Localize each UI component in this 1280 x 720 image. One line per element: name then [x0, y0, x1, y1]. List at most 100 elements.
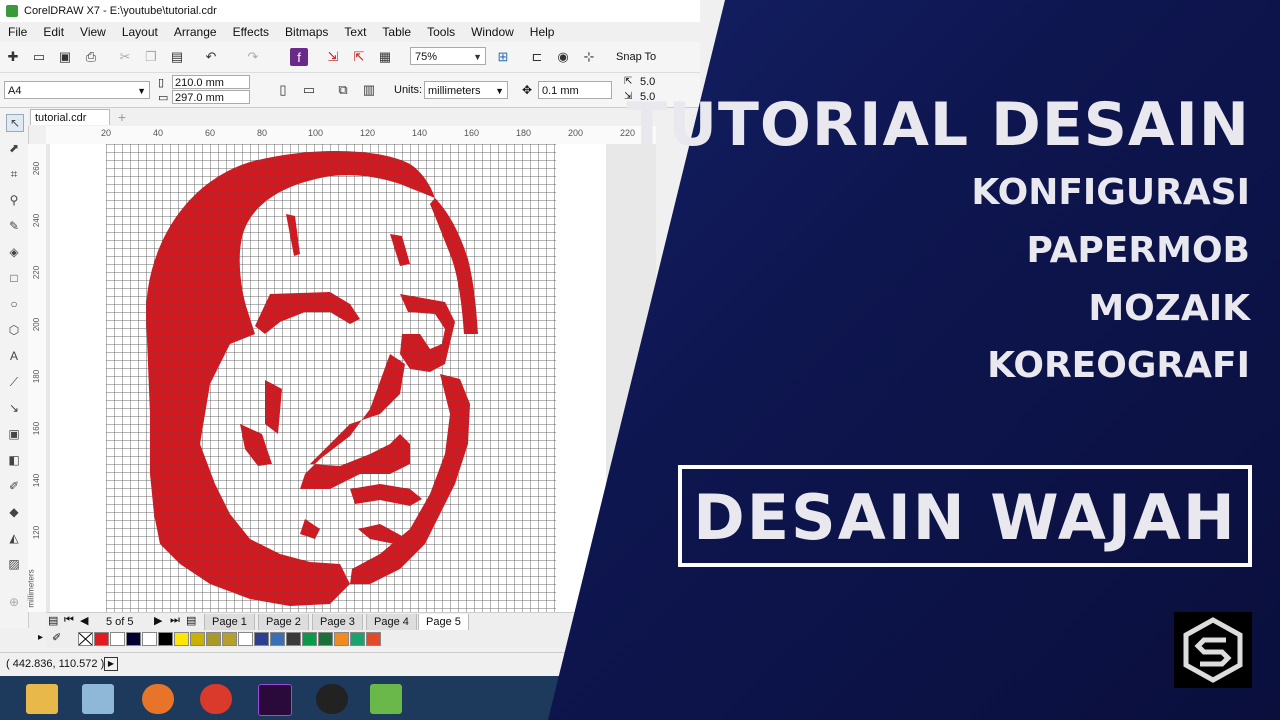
page-tab-3[interactable]: Page 3 [312, 614, 363, 631]
eyedropper-icon[interactable]: ✐ [52, 631, 61, 644]
color-eyedropper-tool-icon[interactable]: ✐ [6, 478, 22, 494]
crop-tool-icon[interactable]: ⌗ [6, 166, 22, 182]
color-swatch[interactable] [174, 632, 189, 646]
menu-tools[interactable]: Tools [427, 25, 455, 39]
color-swatch[interactable] [110, 632, 125, 646]
notepad-icon[interactable] [82, 684, 114, 714]
color-swatch[interactable] [254, 632, 269, 646]
show-grid-icon[interactable]: ⊹ [580, 48, 598, 66]
open-folder-icon[interactable]: ▭ [30, 48, 48, 66]
page-tab-4[interactable]: Page 4 [366, 614, 417, 631]
menu-layout[interactable]: Layout [122, 25, 158, 39]
menu-window[interactable]: Window [471, 25, 514, 39]
freehand-tool-icon[interactable]: ✎ [6, 218, 22, 234]
color-swatch[interactable] [302, 632, 317, 646]
parallel-dimension-tool-icon[interactable]: ⟋ [6, 374, 22, 390]
smart-fill-icon[interactable]: ◭ [6, 530, 22, 546]
color-swatch[interactable] [286, 632, 301, 646]
view-mode-icon[interactable]: ◉ [554, 48, 572, 66]
export-icon[interactable]: ⇱ [350, 48, 368, 66]
undo-icon[interactable]: ↶ [202, 48, 220, 66]
save-icon[interactable]: ▣ [56, 48, 74, 66]
shape-tool-icon[interactable]: ⬈ [6, 140, 22, 156]
document-tab[interactable]: tutorial.cdr [30, 109, 110, 125]
last-page-icon[interactable]: ⏭ [170, 614, 180, 627]
import-icon[interactable]: ⇲ [324, 48, 342, 66]
cut-icon[interactable]: ✂ [116, 48, 134, 66]
snap-to-dropdown[interactable]: Snap To [616, 51, 656, 63]
page-tab-1[interactable]: Page 1 [204, 614, 255, 631]
drawing-canvas[interactable] [46, 144, 656, 612]
color-swatch[interactable] [190, 632, 205, 646]
copy-icon[interactable]: ❐ [142, 48, 160, 66]
page-tab-2[interactable]: Page 2 [258, 614, 309, 631]
current-page-icon[interactable]: ▥ [360, 81, 378, 99]
zoom-level-select[interactable]: 75% ▼ [410, 47, 486, 65]
menu-view[interactable]: View [80, 25, 106, 39]
color-swatch[interactable] [238, 632, 253, 646]
polygon-tool-icon[interactable]: ⬡ [6, 322, 22, 338]
menu-table[interactable]: Table [382, 25, 411, 39]
smart-fill-tool-icon[interactable]: ◈ [6, 244, 22, 260]
search-content-icon[interactable]: f [290, 48, 308, 66]
menu-file[interactable]: File [8, 25, 27, 39]
pick-tool-icon[interactable]: ↖ [6, 114, 24, 132]
coreldraw-taskbar-icon[interactable] [370, 684, 402, 714]
drop-shadow-tool-icon[interactable]: ▣ [6, 426, 22, 442]
duplicate-y-field[interactable]: 5.0 [640, 91, 655, 103]
mosaic-face-artwork[interactable] [50, 144, 606, 612]
color-swatch[interactable] [206, 632, 221, 646]
nudge-distance-field[interactable]: 0.1 mm [538, 81, 612, 99]
color-swatch[interactable] [94, 632, 109, 646]
chrome-icon[interactable] [200, 684, 232, 714]
show-rulers-icon[interactable]: ⊏ [528, 48, 546, 66]
page-options-icon[interactable]: ▤ [48, 614, 58, 627]
units-select[interactable]: millimeters ▼ [424, 81, 508, 99]
color-swatch[interactable] [126, 632, 141, 646]
play-icon[interactable]: ▶ [104, 657, 118, 671]
paste-icon[interactable]: ▤ [168, 48, 186, 66]
page-width-field[interactable]: 210.0 mm [172, 75, 250, 89]
page-size-select[interactable]: A4 ▼ [4, 81, 150, 99]
color-swatch[interactable] [270, 632, 285, 646]
connector-tool-icon[interactable]: ↘ [6, 400, 22, 416]
ellipse-tool-icon[interactable]: ○ [6, 296, 22, 312]
menu-arrange[interactable]: Arrange [174, 25, 217, 39]
firefox-icon[interactable] [142, 684, 174, 714]
rectangle-tool-icon[interactable]: □ [6, 270, 22, 286]
menu-bitmaps[interactable]: Bitmaps [285, 25, 328, 39]
menu-edit[interactable]: Edit [43, 25, 64, 39]
color-swatch[interactable] [350, 632, 365, 646]
all-pages-icon[interactable]: ⧉ [334, 81, 352, 99]
palette-scroll-icon[interactable]: ▸ [38, 632, 43, 643]
menu-text[interactable]: Text [344, 25, 366, 39]
full-screen-icon[interactable]: ⊞ [494, 48, 512, 66]
next-page-icon[interactable]: ▶ [154, 614, 162, 627]
portrait-icon[interactable]: ▯ [274, 81, 292, 99]
new-tab-icon[interactable]: + [114, 109, 130, 125]
landscape-icon[interactable]: ▭ [300, 81, 318, 99]
interactive-fill-tool-icon[interactable]: ◆ [6, 504, 22, 520]
menu-help[interactable]: Help [530, 25, 555, 39]
color-swatch[interactable] [366, 632, 381, 646]
add-tool-icon[interactable]: ⊕ [6, 594, 22, 610]
print-icon[interactable]: ⎙ [82, 48, 100, 66]
zoom-tool-icon[interactable]: ⚲ [6, 192, 22, 208]
color-swatch[interactable] [158, 632, 173, 646]
obs-icon[interactable] [316, 684, 348, 714]
color-swatch[interactable] [142, 632, 157, 646]
outline-pen-icon[interactable]: ▨ [6, 556, 22, 572]
color-swatch[interactable] [334, 632, 349, 646]
color-swatch[interactable] [222, 632, 237, 646]
previous-page-icon[interactable]: ◀ [80, 614, 88, 627]
redo-icon[interactable]: ↷ [244, 48, 262, 66]
premiere-icon[interactable] [258, 684, 292, 716]
page-height-field[interactable]: 297.0 mm [172, 90, 250, 104]
color-swatch[interactable] [318, 632, 333, 646]
transparency-tool-icon[interactable]: ◧ [6, 452, 22, 468]
no-fill-swatch[interactable] [78, 632, 93, 646]
page-tab-5[interactable]: Page 5 [418, 614, 469, 631]
menu-effects[interactable]: Effects [233, 25, 269, 39]
new-document-icon[interactable]: ✚ [4, 48, 22, 66]
text-tool-icon[interactable]: A [6, 348, 22, 364]
